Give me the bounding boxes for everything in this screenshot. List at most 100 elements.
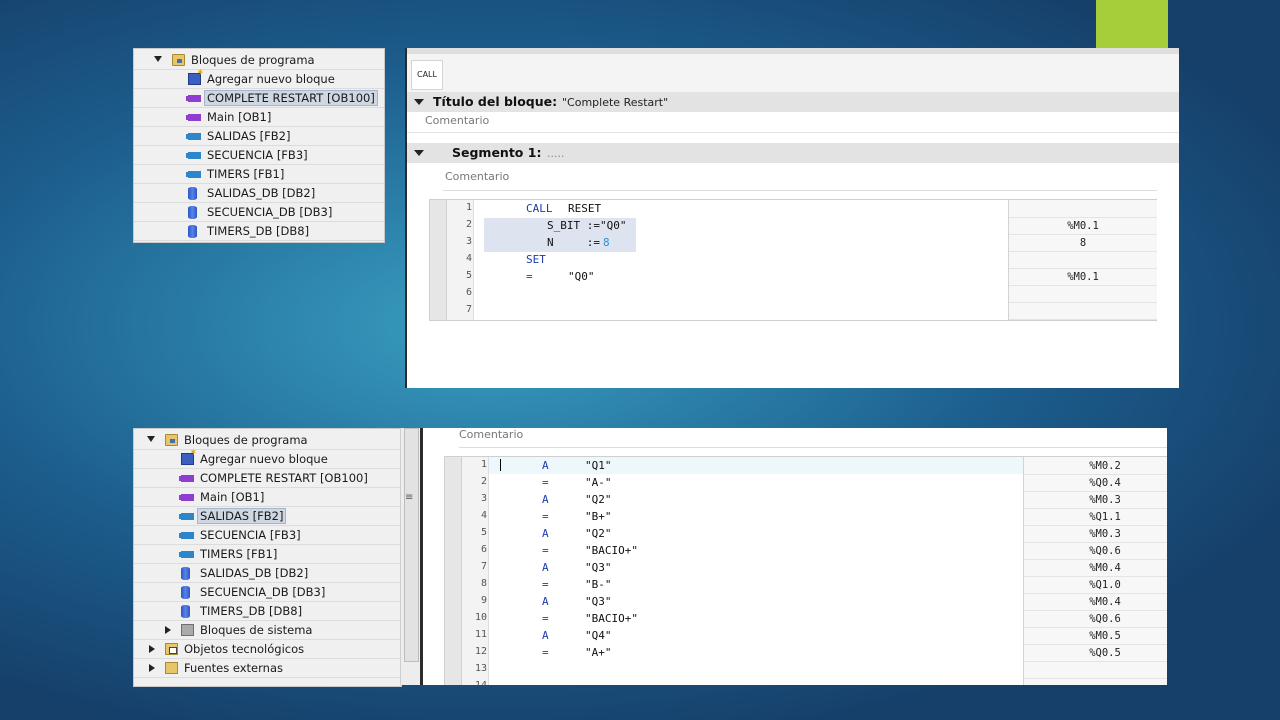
line-number: 11 bbox=[474, 629, 487, 640]
tree-item-label: COMPLETE RESTART [OB100] bbox=[200, 471, 368, 485]
tree-item-label: Main [OB1] bbox=[200, 490, 265, 504]
address-cell bbox=[1024, 679, 1167, 685]
tree-item[interactable]: TIMERS [FB1] bbox=[134, 165, 384, 184]
block-title-bar[interactable]: Título del bloque: "Complete Restart" bbox=[407, 92, 1179, 112]
organization-block-icon bbox=[179, 494, 194, 501]
tree-item[interactable]: SALIDAS [FB2] bbox=[134, 507, 401, 526]
tree-item[interactable]: Main [OB1] bbox=[134, 108, 384, 127]
block-editor-fb2: Comentario %M0.2 %Q0.4 %M0.3 %Q1.1 %M0.3 %Q0.… bbox=[420, 428, 1167, 685]
code-gutter bbox=[430, 200, 447, 320]
tree-item[interactable]: SALIDAS [FB2] bbox=[134, 127, 384, 146]
address-cell: 8 bbox=[1009, 235, 1157, 252]
line-number: 2 bbox=[465, 219, 472, 230]
tree-item[interactable]: Fuentes externas bbox=[134, 659, 401, 678]
address-cell: %M0.4 bbox=[1024, 560, 1167, 577]
scrollbar-thumb[interactable] bbox=[404, 428, 419, 662]
block-comment[interactable]: Comentario bbox=[425, 114, 489, 127]
tree-item[interactable]: Agregar nuevo bloque bbox=[134, 448, 401, 469]
stl-code-area[interactable]: CALL RESET S_BIT :="Q0" N := 8 SET = "Q0… bbox=[429, 199, 1157, 321]
address-cell: %M0.3 bbox=[1024, 492, 1167, 509]
function-block-icon bbox=[186, 171, 201, 178]
collapse-arrow-icon[interactable] bbox=[414, 150, 424, 156]
line-number: 4 bbox=[465, 253, 472, 264]
address-cell bbox=[1009, 201, 1157, 218]
block-title-value[interactable]: "Complete Restart" bbox=[562, 96, 668, 109]
code-operand: "BACIO+" bbox=[585, 612, 638, 625]
stl-code-area[interactable]: %M0.2 %Q0.4 %M0.3 %Q1.1 %M0.3 %Q0.6 %M0.4 %Q1.0… bbox=[444, 456, 1167, 685]
address-cell bbox=[1009, 286, 1157, 303]
address-cell: %M0.1 bbox=[1009, 218, 1157, 235]
project-tree-bottom: Bloques de programa Agregar nuevo bloque C… bbox=[133, 428, 402, 687]
tree-item[interactable]: SECUENCIA [FB3] bbox=[134, 146, 384, 165]
tree-item-label: TIMERS [FB1] bbox=[200, 547, 278, 561]
code-instruction: = bbox=[542, 544, 549, 557]
code-operand: "Q0" bbox=[568, 270, 595, 283]
program-blocks-folder-icon bbox=[165, 434, 178, 446]
tree-item[interactable]: SECUENCIA_DB [DB3] bbox=[134, 583, 401, 602]
address-cell: %Q0.4 bbox=[1024, 475, 1167, 492]
segment-comment[interactable]: Comentario bbox=[459, 428, 523, 441]
line-number: 6 bbox=[465, 287, 472, 298]
expand-arrow-icon[interactable] bbox=[147, 436, 155, 442]
collapse-arrow-icon[interactable] bbox=[165, 626, 171, 634]
code-parameter: N := bbox=[547, 236, 600, 249]
data-block-icon bbox=[188, 206, 197, 219]
code-keyword: = bbox=[526, 270, 533, 283]
tree-item[interactable]: SECUENCIA_DB [DB3] bbox=[134, 203, 384, 222]
tree-item[interactable]: Bloques de programa bbox=[134, 51, 384, 70]
tree-item[interactable]: TIMERS_DB [DB8] bbox=[134, 222, 384, 241]
code-gutter bbox=[445, 457, 462, 685]
address-cell: %Q0.6 bbox=[1024, 611, 1167, 628]
scrollbar-grip-icon: ≡ bbox=[405, 492, 414, 503]
tree-item[interactable]: Agregar nuevo bloque bbox=[134, 68, 384, 89]
address-cell bbox=[1009, 303, 1157, 320]
tree-item-label: Bloques de programa bbox=[184, 433, 308, 447]
collapse-arrow-icon[interactable] bbox=[149, 664, 155, 672]
tree-item[interactable]: SECUENCIA [FB3] bbox=[134, 526, 401, 545]
expand-arrow-icon[interactable] bbox=[154, 56, 162, 62]
call-tab-button[interactable]: CALL bbox=[411, 60, 443, 90]
segment-1-bar[interactable]: Segmento 1: ..... bbox=[407, 143, 1179, 163]
tree-item-label: SALIDAS_DB [DB2] bbox=[200, 566, 309, 580]
tree-scrollbar[interactable]: ≡ bbox=[400, 428, 421, 685]
tree-item[interactable]: COMPLETE RESTART [OB100] bbox=[134, 89, 384, 108]
code-operand: "Q3" bbox=[585, 561, 612, 574]
code-instruction: = bbox=[542, 612, 549, 625]
collapse-arrow-icon[interactable] bbox=[149, 645, 155, 653]
line-number: 8 bbox=[480, 578, 487, 589]
tree-item[interactable]: TIMERS [FB1] bbox=[134, 545, 401, 564]
data-block-icon bbox=[188, 225, 197, 238]
code-operand: "Q3" bbox=[585, 595, 612, 608]
code-instruction: = bbox=[542, 578, 549, 591]
segment-comment[interactable]: Comentario bbox=[445, 170, 509, 183]
code-operand: "A+" bbox=[585, 646, 612, 659]
line-number: 13 bbox=[474, 663, 487, 674]
function-block-icon bbox=[179, 551, 194, 558]
address-column: %M0.1 8 %M0.1 bbox=[1008, 200, 1157, 320]
line-number: 3 bbox=[465, 236, 472, 247]
tree-item[interactable]: Bloques de programa bbox=[134, 431, 401, 450]
code-operand: "A-" bbox=[585, 476, 612, 489]
tree-item-label: Fuentes externas bbox=[184, 661, 283, 675]
code-operand: "BACIO+" bbox=[585, 544, 638, 557]
tree-item[interactable]: SALIDAS_DB [DB2] bbox=[134, 184, 384, 203]
collapse-arrow-icon[interactable] bbox=[414, 99, 424, 105]
line-number: 2 bbox=[480, 476, 487, 487]
tree-item-label: SECUENCIA [FB3] bbox=[207, 148, 308, 162]
segment-title[interactable]: ..... bbox=[547, 147, 564, 160]
tree-item[interactable]: Objetos tecnológicos bbox=[134, 640, 401, 659]
code-keyword: SET bbox=[526, 253, 546, 266]
code-parameter: S_BIT :="Q0" bbox=[547, 219, 627, 232]
add-block-icon bbox=[181, 448, 197, 465]
code-value: 8 bbox=[603, 236, 610, 249]
tree-item[interactable]: SALIDAS_DB [DB2] bbox=[134, 564, 401, 583]
tree-item[interactable]: TIMERS_DB [DB8] bbox=[134, 602, 401, 621]
line-number: 5 bbox=[480, 527, 487, 538]
tree-item[interactable]: Main [OB1] bbox=[134, 488, 401, 507]
tree-item[interactable]: COMPLETE RESTART [OB100] bbox=[134, 469, 401, 488]
tree-item-label: TIMERS [FB1] bbox=[207, 167, 285, 181]
accent-bar bbox=[1096, 0, 1168, 50]
line-number: 9 bbox=[480, 595, 487, 606]
code-instruction: = bbox=[542, 646, 549, 659]
tree-item[interactable]: Bloques de sistema bbox=[134, 621, 401, 640]
